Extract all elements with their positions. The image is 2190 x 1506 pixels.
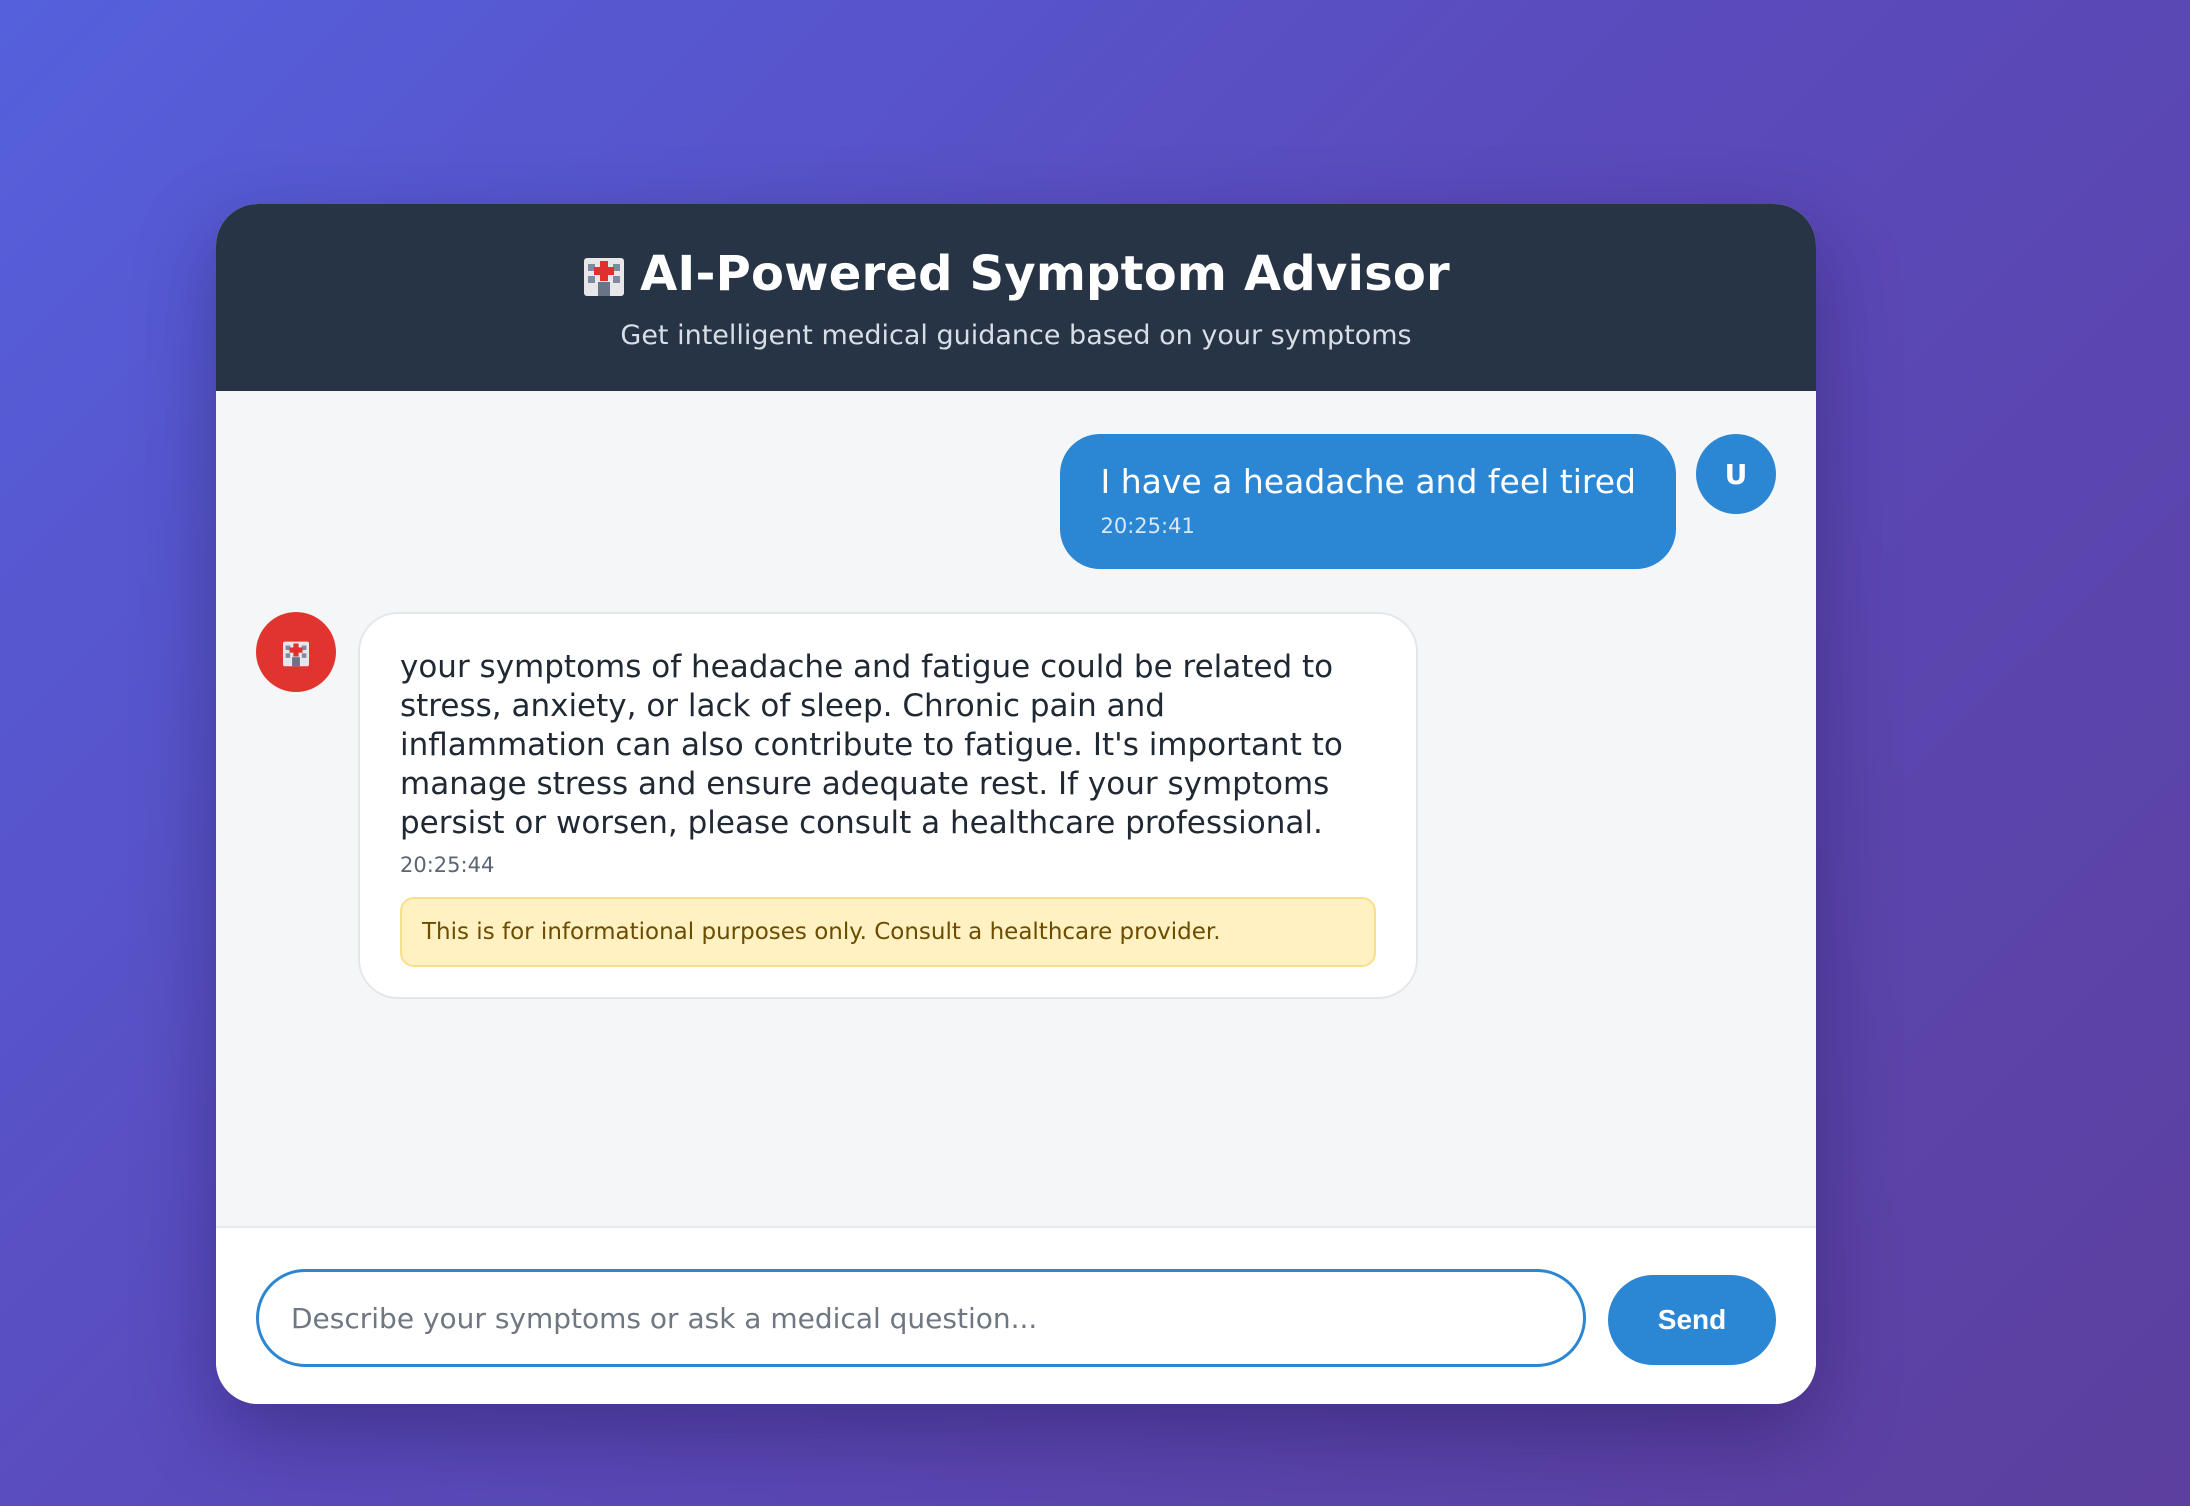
title-row: AI-Powered Symptom Advisor [216, 246, 1816, 302]
bot-message-text: your symptoms of headache and fatigue co… [400, 649, 1343, 841]
user-message-text: I have a headache and feel tired [1100, 462, 1636, 501]
page-subtitle: Get intelligent medical guidance based o… [620, 320, 1412, 351]
bot-avatar [256, 612, 336, 692]
user-message: I have a headache and feel tired 20:25:4… [1060, 434, 1776, 569]
user-message-timestamp: 20:25:41 [1100, 514, 1195, 538]
send-button[interactable]: Send [1608, 1275, 1776, 1365]
user-message-bubble: I have a headache and feel tired 20:25:4… [1060, 434, 1676, 569]
user-avatar: U [1696, 434, 1776, 514]
hospital-icon [282, 638, 311, 667]
page-title: AI-Powered Symptom Advisor [640, 246, 1450, 302]
message-input[interactable] [256, 1269, 1586, 1367]
bot-message-timestamp: 20:25:44 [400, 853, 495, 877]
message-list[interactable]: I have a headache and feel tired 20:25:4… [216, 391, 1816, 1228]
app-header: AI-Powered Symptom Advisor Get intellige… [216, 204, 1816, 391]
bot-message: your symptoms of headache and fatigue co… [256, 612, 1418, 999]
chat-window: AI-Powered Symptom Advisor Get intellige… [216, 204, 1816, 1404]
disclaimer-notice: This is for informational purposes only.… [400, 897, 1376, 967]
bot-message-bubble: your symptoms of headache and fatigue co… [358, 612, 1418, 999]
composer: Send [216, 1228, 1816, 1404]
hospital-icon [582, 252, 626, 296]
